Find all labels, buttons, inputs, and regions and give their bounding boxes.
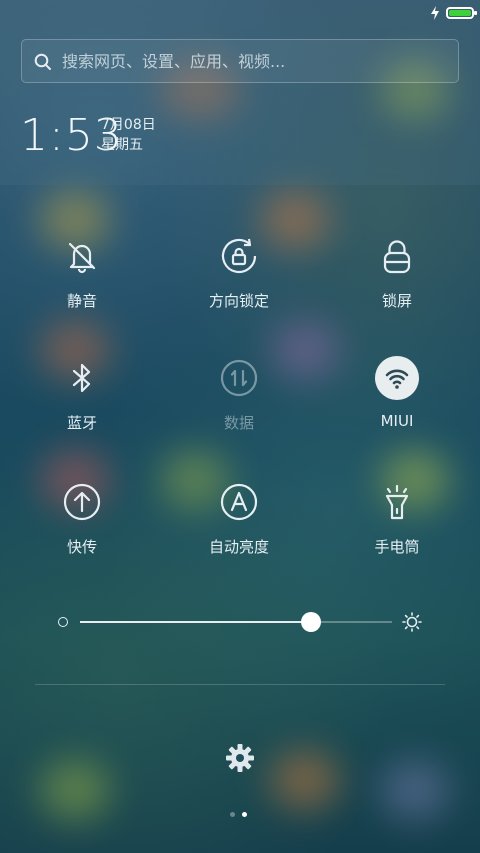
search-input[interactable] (62, 40, 442, 82)
brightness-track[interactable] (80, 621, 392, 623)
background-blur (380, 760, 450, 820)
brightness-high-icon (402, 612, 422, 632)
weekday-text: 星期五 (101, 137, 143, 153)
toggle-flashlight[interactable]: 手电筒 (327, 482, 467, 572)
clock-date[interactable]: 7月08日 星期五 (101, 115, 156, 155)
auto-brightness-icon (220, 483, 258, 521)
search-icon (34, 53, 51, 70)
toggle-label: 方向锁定 (208, 292, 269, 310)
page-dot (242, 812, 247, 817)
toggle-label: 快传 (66, 538, 97, 556)
battery-icon (446, 7, 477, 19)
brightness-thumb[interactable] (300, 612, 321, 632)
toggle-label: MIUI (380, 412, 414, 430)
page-dot (230, 812, 235, 817)
bluetooth-icon (72, 363, 91, 393)
settings-gear-icon[interactable] (224, 742, 256, 774)
toggle-label: 锁屏 (381, 292, 412, 310)
toggle-label: 静音 (66, 292, 97, 310)
flashlight-icon (385, 484, 409, 520)
rotation-lock-icon (221, 238, 257, 274)
quick-transfer-icon (63, 483, 101, 521)
toggle-label: 蓝牙 (66, 414, 97, 432)
wifi-icon (375, 356, 419, 400)
toggle-mute[interactable]: 静音 (12, 236, 152, 326)
toggle-bluetooth[interactable]: 蓝牙 (12, 358, 152, 448)
toggle-lock-screen[interactable]: 锁屏 (327, 236, 467, 326)
battery-level (449, 10, 471, 16)
date-text: 7月08日 (101, 117, 156, 133)
divider (35, 684, 445, 685)
brightness-fill (80, 621, 311, 623)
toggle-rotation-lock[interactable]: 方向锁定 (169, 236, 309, 326)
mute-bell-icon (68, 242, 96, 274)
brightness-slider[interactable] (58, 610, 428, 634)
toggle-label: 手电筒 (374, 538, 420, 556)
toggle-mobile-data[interactable]: 数据 (169, 358, 309, 448)
lock-icon (383, 240, 411, 274)
toggle-label: 数据 (223, 414, 254, 432)
toggle-quick-transfer[interactable]: 快传 (12, 482, 152, 572)
status-bar (0, 0, 480, 28)
background-blur (270, 750, 340, 810)
search-bar[interactable] (21, 39, 459, 83)
toggle-wifi[interactable]: MIUI (327, 356, 467, 448)
background-blur (40, 760, 110, 820)
toggle-auto-brightness[interactable]: 自动亮度 (169, 482, 309, 572)
brightness-low-icon (58, 617, 68, 627)
lightning-icon (431, 6, 439, 20)
mobile-data-icon (220, 359, 258, 397)
toggle-label: 自动亮度 (208, 538, 269, 556)
